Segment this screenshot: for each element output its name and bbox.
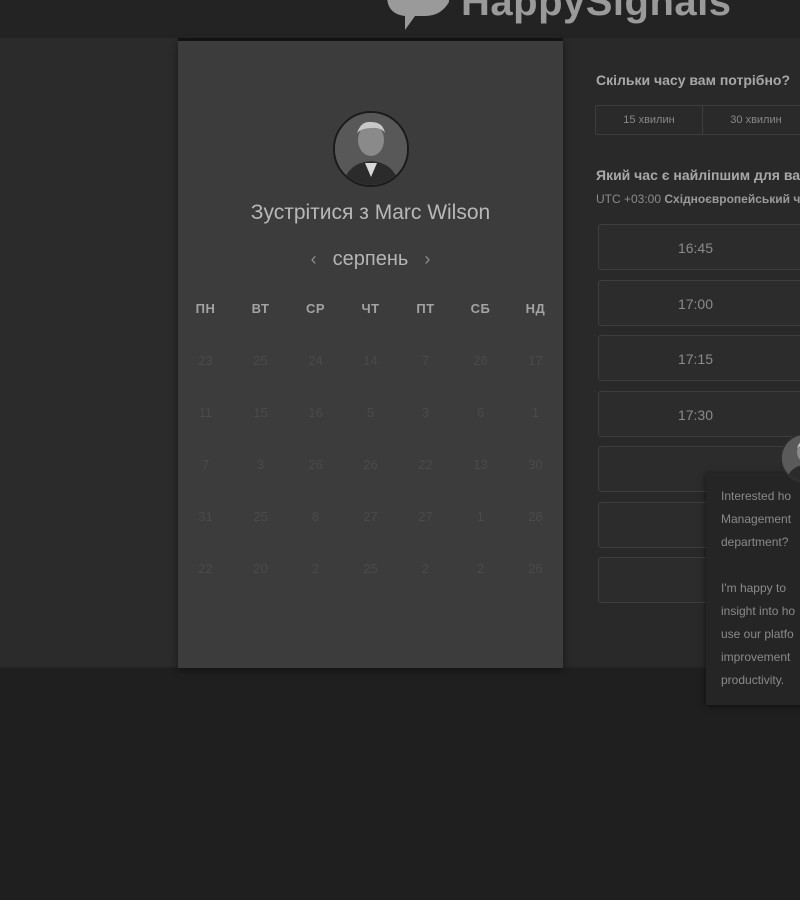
- calendar-day: 26: [528, 561, 543, 576]
- host-title: Зустрітися з Marc Wilson: [250, 201, 491, 224]
- page: HappySignals Зустрітися з Marc Wilson ‹ …: [0, 0, 800, 900]
- left-background: [0, 38, 178, 666]
- month-label: серпень: [332, 247, 409, 270]
- weekday-label: ВТ: [251, 301, 270, 316]
- calendar-day: 26: [308, 457, 323, 472]
- calendar-day: 3: [256, 457, 265, 472]
- calendar-day: 7: [201, 457, 210, 472]
- weekday-label: ПТ: [416, 301, 435, 316]
- calendar-grid: 23 25 24 14 7 26 17 11 15 16 5 3 6 1 7 3…: [178, 343, 563, 603]
- calendar-day: 31: [198, 509, 213, 524]
- previous-month-button[interactable]: ‹: [301, 249, 327, 270]
- next-month-button[interactable]: ›: [414, 249, 440, 270]
- calendar-day: 11: [198, 405, 213, 420]
- calendar-day: 2: [311, 561, 320, 576]
- top-header: HappySignals: [0, 0, 800, 38]
- weekday-label: НД: [525, 301, 546, 316]
- weekday-label: СБ: [470, 301, 491, 316]
- brand-name: HappySignals: [461, 0, 732, 24]
- calendar-day: 28: [528, 509, 543, 524]
- calendar-day: 26: [363, 457, 378, 472]
- calendar-day: 1: [476, 509, 485, 524]
- weekday-label: СР: [305, 301, 326, 316]
- calendar-day: 22: [418, 457, 433, 472]
- calendar-day: 16: [308, 405, 323, 420]
- duration-question: Скільки часу вам потрібно?: [596, 72, 791, 88]
- speech-bubble-icon: [387, 0, 449, 30]
- calendar-day: 5: [366, 405, 375, 420]
- calendar-day: 22: [198, 561, 213, 576]
- calendar-day: 6: [476, 405, 485, 420]
- calendar-day: 1: [531, 405, 540, 420]
- calendar-day: 7: [421, 353, 430, 368]
- calendar-day: 25: [363, 561, 378, 576]
- calendar-day: 2: [476, 561, 485, 576]
- month-navigator: ‹ серпень ›: [178, 244, 563, 274]
- time-slot-button[interactable]: 17:00: [598, 279, 800, 326]
- calendar-day: 20: [253, 561, 268, 576]
- weekday-label: ЧТ: [361, 301, 380, 316]
- weekday-header: ПН ВТ СР ЧТ ПТ СБ НД: [178, 301, 563, 321]
- timezone-name: Східноєвропейський час: [664, 192, 800, 206]
- duration-30-button[interactable]: 30 хвилин: [703, 106, 800, 134]
- calendar-day: 2: [421, 561, 430, 576]
- calendar-day: 23: [198, 353, 213, 368]
- chat-message: Interested ho Management department? I'm…: [721, 489, 796, 687]
- duration-selector: 15 хвилин 30 хвилин: [595, 105, 800, 135]
- calendar-day: 14: [363, 353, 378, 368]
- calendar-day: 3: [421, 405, 430, 420]
- chat-popup[interactable]: Interested ho Management department? I'm…: [706, 473, 800, 705]
- duration-15-button[interactable]: 15 хвилин: [596, 106, 703, 134]
- calendar-day: 27: [363, 509, 378, 524]
- calendar-day: 25: [253, 509, 268, 524]
- time-question: Який час є найліпшим для вас?: [596, 167, 800, 183]
- calendar-day: 27: [418, 509, 433, 524]
- calendar-day: 30: [528, 457, 543, 472]
- calendar-day: 13: [473, 457, 488, 472]
- calendar-day: 24: [308, 353, 323, 368]
- person-icon: [335, 113, 407, 185]
- weekday-label: ПН: [195, 301, 216, 316]
- timezone-offset: UTC +03:00: [596, 192, 662, 206]
- time-slot-button[interactable]: 17:30: [598, 390, 800, 437]
- time-slot-button[interactable]: 17:15: [598, 335, 800, 381]
- timezone-label[interactable]: UTC +03:00 Східноєвропейський час: [596, 192, 800, 206]
- calendar-day: 26: [473, 353, 488, 368]
- calendar-day: 8: [311, 509, 320, 524]
- host-avatar: [333, 111, 409, 187]
- time-slot-button[interactable]: 16:45: [598, 224, 800, 270]
- calendar-day: 17: [528, 353, 543, 368]
- calendar-day: 15: [253, 405, 268, 420]
- calendar-card: Зустрітися з Marc Wilson ‹ серпень › ПН …: [178, 41, 563, 668]
- calendar-day: 25: [253, 353, 268, 368]
